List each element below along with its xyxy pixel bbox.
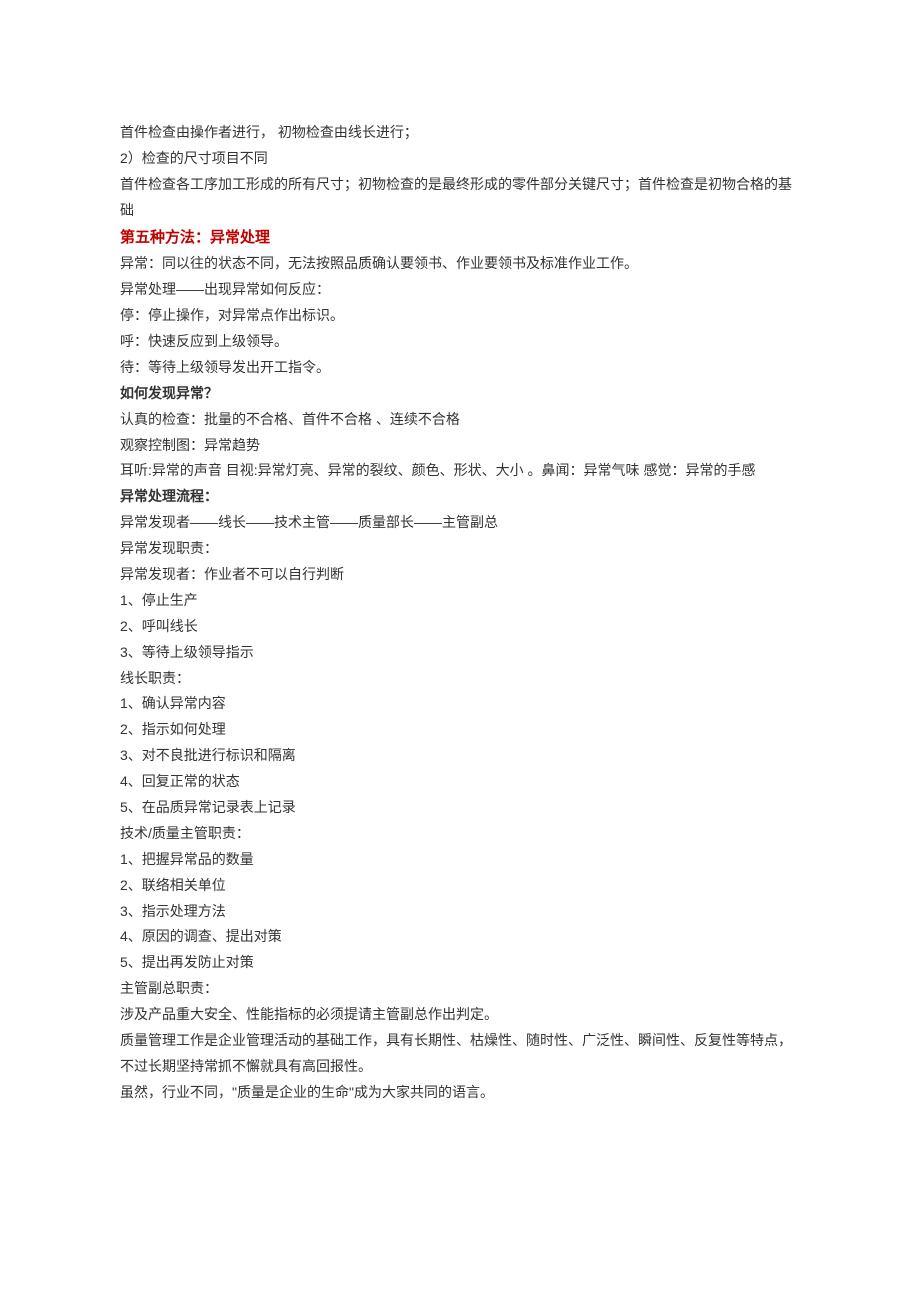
text-line: 待：等待上级领导发出开工指令。 — [120, 355, 800, 381]
text-line: 涉及产品重大安全、性能指标的必须提请主管副总作出判定。 — [120, 1002, 800, 1028]
text-line: 异常发现者——线长——技术主管——质量部长——主管副总 — [120, 510, 800, 536]
text-line: 虽然，行业不同，"质量是企业的生命"成为大家共同的语言。 — [120, 1080, 800, 1106]
text-line: 异常发现职责： — [120, 536, 800, 562]
text-line: 呼：快速反应到上级领导。 — [120, 329, 800, 355]
text-line: 认真的检查：批量的不合格、首件不合格 、连续不合格 — [120, 407, 800, 433]
text-line: 4、原因的调查、提出对策 — [120, 924, 800, 950]
text-line: 停：停止操作，对异常点作出标识。 — [120, 303, 800, 329]
text-line: 1、停止生产 — [120, 588, 800, 614]
text-line: 3、对不良批进行标识和隔离 — [120, 743, 800, 769]
text-line: 耳听:异常的声音 目视:异常灯亮、异常的裂纹、颜色、形状、大小 。鼻闻：异常气味… — [120, 458, 800, 484]
text-line: 技术/质量主管职责： — [120, 821, 800, 847]
text-line: 异常处理——出现异常如何反应： — [120, 277, 800, 303]
text-line: 1、确认异常内容 — [120, 691, 800, 717]
text-line: 首件检查各工序加工形成的所有尺寸；初物检查的是最终形成的零件部分关键尺寸；首件检… — [120, 172, 800, 224]
text-line: 5、在品质异常记录表上记录 — [120, 795, 800, 821]
text-line: 2）检查的尺寸项目不同 — [120, 146, 800, 172]
document-body: 首件检查由操作者进行， 初物检查由线长进行；2）检查的尺寸项目不同首件检查各工序… — [120, 120, 800, 1106]
text-line: 2、联络相关单位 — [120, 873, 800, 899]
text-line: 观察控制图：异常趋势 — [120, 433, 800, 459]
text-line: 如何发现异常？ — [120, 381, 800, 407]
text-line: 3、等待上级领导指示 — [120, 640, 800, 666]
text-line: 2、指示如何处理 — [120, 717, 800, 743]
text-line: 主管副总职责： — [120, 976, 800, 1002]
text-line: 首件检查由操作者进行， 初物检查由线长进行； — [120, 120, 800, 146]
text-line: 异常处理流程： — [120, 484, 800, 510]
text-line: 3、指示处理方法 — [120, 899, 800, 925]
text-line: 异常：同以往的状态不同，无法按照品质确认要领书、作业要领书及标准作业工作。 — [120, 251, 800, 277]
text-line: 第五种方法：异常处理 — [120, 224, 800, 252]
text-line: 质量管理工作是企业管理活动的基础工作，具有长期性、枯燥性、随时性、广泛性、瞬间性… — [120, 1028, 800, 1080]
text-line: 2、呼叫线长 — [120, 614, 800, 640]
text-line: 异常发现者：作业者不可以自行判断 — [120, 562, 800, 588]
text-line: 线长职责： — [120, 666, 800, 692]
text-line: 5、提出再发防止对策 — [120, 950, 800, 976]
text-line: 1、把握异常品的数量 — [120, 847, 800, 873]
text-line: 4、回复正常的状态 — [120, 769, 800, 795]
